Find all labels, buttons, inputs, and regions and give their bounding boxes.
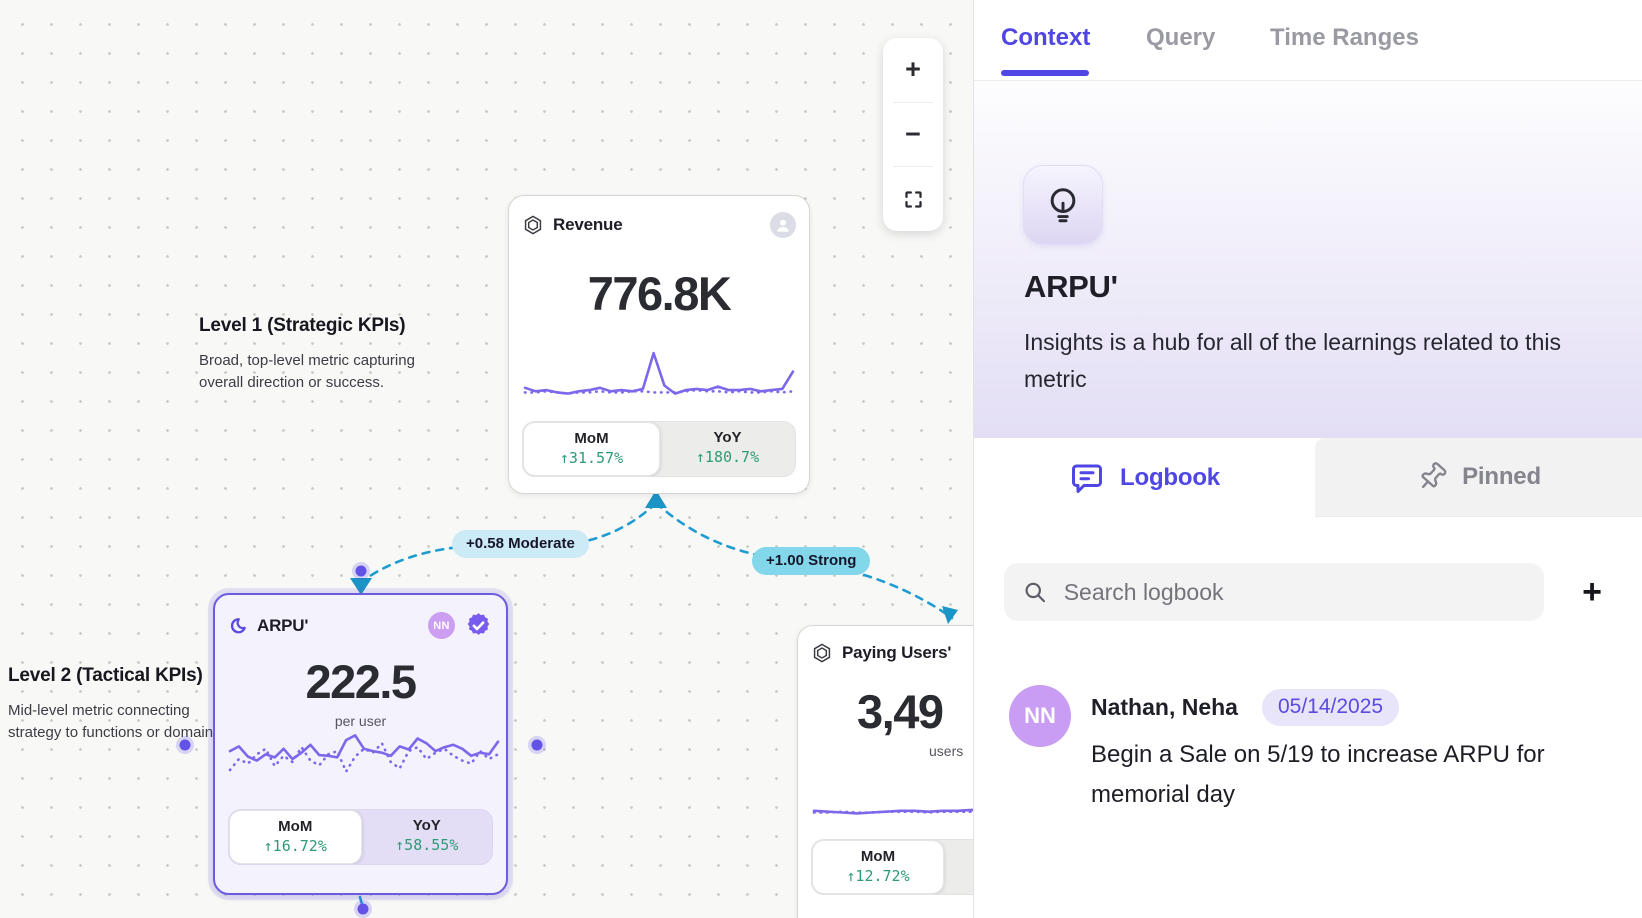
verified-badge-icon (464, 611, 493, 640)
yoy-label: YoY (664, 429, 791, 446)
arrowhead-into-paying (942, 606, 958, 624)
zoom-in-button[interactable]: + (883, 38, 943, 102)
yoy-value: ↑180.7% (664, 448, 791, 466)
yoy-segment[interactable]: YoY ↑58.55% (362, 810, 493, 864)
metric-details-panel: Context Query Time Ranges ARPU' Insights… (973, 0, 1642, 918)
mom-value: ↑12.72% (817, 867, 939, 885)
logbook-search[interactable] (1004, 563, 1544, 621)
insight-tile (1023, 165, 1103, 245)
fit-view-button[interactable] (883, 167, 943, 231)
owner-avatar-icon[interactable] (770, 212, 796, 238)
logbook-search-row: + (974, 563, 1642, 621)
lightbulb-icon (1042, 184, 1084, 226)
card-title: Revenue (553, 215, 622, 235)
mom-segment[interactable]: MoM ↑12.72% (812, 840, 944, 894)
search-icon (1022, 578, 1048, 606)
edge-arpu-down (360, 897, 363, 908)
metric-unit: per user (228, 713, 493, 729)
zoom-out-button[interactable]: − (883, 103, 943, 167)
metric-card-arpu[interactable]: ARPU' NN 222.5 per user MoM ↑16.72% (213, 593, 508, 895)
tab-time-ranges[interactable]: Time Ranges (1270, 24, 1419, 52)
active-tab-underline (1001, 70, 1089, 76)
entry-author-name: Nathan, Neha (1091, 694, 1238, 721)
assignee-avatar[interactable]: NN (428, 612, 455, 639)
metric-card-revenue[interactable]: Revenue 776.8K MoM ↑31.57% YoY (508, 195, 810, 494)
hexagon-metric-icon (811, 642, 833, 664)
panel-tab-bar: Context Query Time Ranges (974, 0, 1642, 81)
add-log-entry-button[interactable]: + (1570, 570, 1614, 614)
entry-date-badge: 05/14/2025 (1262, 689, 1399, 726)
mom-segment[interactable]: MoM ↑16.72% (229, 810, 362, 864)
period-toggle: MoM ↑16.72% YoY ↑58.55% (228, 809, 493, 865)
card-title: ARPU' (257, 616, 308, 636)
logbook-icon (1069, 460, 1105, 496)
mom-value: ↑16.72% (234, 837, 357, 855)
sparkline-chart (228, 729, 500, 795)
correlation-badge-moderate[interactable]: +0.58 Moderate (452, 530, 589, 558)
app-root: Level 1 (Strategic KPIs) Broad, top-leve… (0, 0, 1642, 918)
metric-hero-section: ARPU' Insights is a hub for all of the l… (974, 81, 1642, 438)
entry-author-avatar: NN (1009, 685, 1071, 747)
moon-metric-icon (228, 616, 248, 636)
metric-value: 222.5 (228, 654, 493, 709)
hexagon-metric-icon (522, 214, 544, 236)
logbook-pinned-tabs: Logbook Pinned (974, 438, 1642, 517)
tab-query[interactable]: Query (1146, 24, 1215, 52)
correlation-badge-strong[interactable]: +1.00 Strong (752, 547, 870, 575)
fullscreen-icon (903, 189, 924, 210)
tab-pinned[interactable]: Pinned (1315, 438, 1642, 517)
level-1-annotation: Level 1 (Strategic KPIs) Broad, top-leve… (199, 315, 439, 394)
pin-icon (1416, 461, 1448, 493)
yoy-value: ↑58.55% (366, 836, 489, 854)
metric-name-heading: ARPU' (1024, 269, 1118, 305)
tab-logbook[interactable]: Logbook (974, 438, 1315, 517)
mom-label: MoM (234, 818, 357, 835)
card-title: Paying Users' (842, 643, 951, 663)
level-1-title: Level 1 (Strategic KPIs) (199, 315, 439, 337)
level-1-description: Broad, top-level metric capturing overal… (199, 350, 439, 394)
canvas-zoom-controls: + − (883, 38, 943, 231)
search-input[interactable] (1064, 579, 1526, 606)
mom-label: MoM (817, 848, 939, 865)
logbook-label: Logbook (1120, 464, 1220, 492)
period-toggle: MoM ↑31.57% YoY ↑180.7% (522, 421, 796, 477)
mom-label: MoM (528, 430, 655, 447)
entry-note-text: Begin a Sale on 5/19 to increase ARPU fo… (1091, 735, 1561, 815)
person-icon (774, 216, 792, 234)
mom-value: ↑31.57% (528, 449, 655, 467)
metric-description: Insights is a hub for all of the learnin… (1024, 324, 1599, 398)
yoy-label: YoY (366, 817, 489, 834)
sparkline-chart (523, 347, 795, 407)
pinned-label: Pinned (1462, 463, 1541, 491)
metric-value: 776.8K (522, 266, 796, 321)
yoy-segment[interactable]: YoY ↑180.7% (660, 422, 795, 476)
mom-segment[interactable]: MoM ↑31.57% (523, 422, 660, 476)
tab-context[interactable]: Context (1001, 24, 1090, 52)
